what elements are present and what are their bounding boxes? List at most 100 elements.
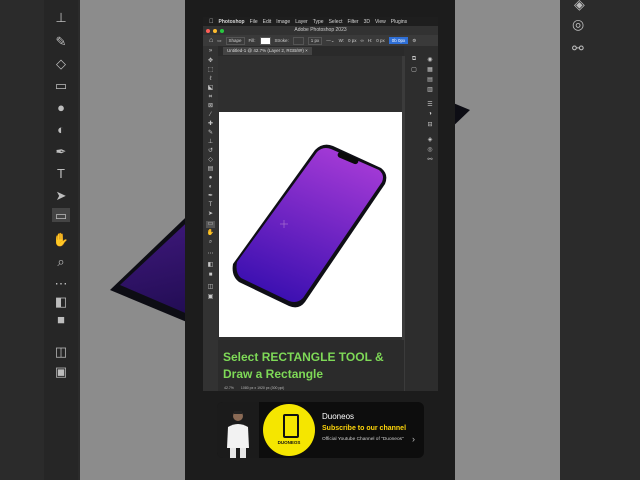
gradient-icon[interactable]: ▤ xyxy=(206,166,215,173)
screenmode-icon[interactable]: ▣ xyxy=(206,294,215,301)
color-panel-icon[interactable]: ◉ xyxy=(426,56,434,63)
more-icon[interactable]: ⋯ xyxy=(206,251,215,258)
healing-icon[interactable]: ✚ xyxy=(206,121,215,128)
rectangle-icon[interactable]: ▭ xyxy=(206,221,215,228)
window-controls xyxy=(206,29,224,33)
window-title: Adobe Photoshop 2023 xyxy=(203,26,438,35)
menu-view[interactable]: View xyxy=(375,19,386,25)
menu-file[interactable]: File xyxy=(250,19,258,25)
menu-select[interactable]: Select xyxy=(329,19,343,25)
pen-icon[interactable]: ✒ xyxy=(206,193,215,200)
h-label: H: xyxy=(367,38,373,43)
blur-icon[interactable]: ● xyxy=(206,175,215,182)
menu-app[interactable]: Photoshop xyxy=(219,19,245,25)
fill-label: Fill: xyxy=(248,38,256,43)
phone-logo-icon xyxy=(283,414,299,438)
adjustments-panel-icon[interactable]: ◑ xyxy=(426,111,434,117)
subscribe-link[interactable]: Subscribe to our channel xyxy=(322,425,406,432)
stroke-style-select[interactable]: —⌄ xyxy=(326,38,334,44)
channel-description: Official Youtube Channel of "Duoneos" xyxy=(322,437,404,442)
history-panel-icon[interactable]: ⧉ xyxy=(410,56,418,63)
menu-plugins[interactable]: Plugins xyxy=(391,19,407,25)
menu-layer[interactable]: Layer xyxy=(295,19,308,25)
channel-logo[interactable]: DUONEOS xyxy=(263,404,315,456)
close-window-button[interactable] xyxy=(206,29,210,33)
stroke-width-input[interactable]: 1 px xyxy=(307,36,323,45)
shape-tool-icon[interactable]: ▭ xyxy=(217,38,221,44)
channel-name[interactable]: Duoneos xyxy=(322,412,354,421)
chevron-right-icon[interactable]: › xyxy=(412,434,415,444)
tools-panel: » ✥ ⬚ ℓ ⬕ ⌗ ⊠ ⁄ ✚ ✎ ⊥ ↺ ◇ ▤ ● ◐ ✒ T ➤ ▭ … xyxy=(203,46,218,391)
libraries-panel-icon[interactable]: ⊟ xyxy=(426,121,434,128)
fill-swatch[interactable] xyxy=(259,36,271,45)
stroke-swatch[interactable] xyxy=(292,36,304,45)
history-brush-icon[interactable]: ↺ xyxy=(206,148,215,155)
background-toolbar: ⊥ ✎ ◇ ▭ ● ◐ ✒ T ➤ ▭ ✋ ⌕ ⋯ ◧ ■ ◫ ▣ xyxy=(44,0,78,480)
eraser-icon[interactable]: ◇ xyxy=(206,157,215,164)
layers-panel-icon[interactable]: ◈ xyxy=(426,136,434,143)
presenter-avatar xyxy=(217,402,259,458)
status-bar: 42.7% 1080 px x 1920 px (300 ppi) xyxy=(218,385,404,391)
document-tabs: Untitled-1 @ 42.7% (Layer 2, RGB/8#) × xyxy=(218,46,404,56)
collapse-icon[interactable]: » xyxy=(206,48,215,55)
path-select-icon[interactable]: ➤ xyxy=(206,211,215,218)
eyedropper-icon[interactable]: ⁄ xyxy=(206,112,215,119)
stroke-label: Stroke: xyxy=(274,38,289,43)
gear-icon[interactable]: ⚙ xyxy=(412,38,416,44)
crop-icon[interactable]: ⌗ xyxy=(206,94,215,101)
menu-3d[interactable]: 3D xyxy=(364,19,370,25)
h-input[interactable]: 0 px xyxy=(376,38,385,43)
move-icon[interactable]: ✥ xyxy=(206,58,215,65)
hand-icon[interactable]: ✋ xyxy=(206,230,215,237)
eraser-icon: ◇ xyxy=(56,56,66,71)
paths-panel-icon[interactable]: ⚯ xyxy=(426,156,434,163)
hand-icon: ✋ xyxy=(52,232,70,247)
color-swatch-icon[interactable]: ■ xyxy=(206,272,215,279)
close-tab-icon[interactable]: × xyxy=(305,48,308,53)
right-panels: ⧉ ◉ ▢ ▦ ▤ ▥ ☰ ◑ ⊟ ◈ ◎ ⚯ xyxy=(404,46,438,391)
menu-filter[interactable]: Filter xyxy=(347,19,358,25)
object-select-icon[interactable]: ⬕ xyxy=(206,85,215,92)
menu-image[interactable]: Image xyxy=(276,19,290,25)
comments-panel-icon[interactable]: ▢ xyxy=(410,66,418,73)
frame-icon[interactable]: ⊠ xyxy=(206,103,215,110)
options-bar: ⌂ ▭ Shape Fill: Stroke: 1 px —⌄ W: 0 px … xyxy=(203,35,438,46)
dodge-icon[interactable]: ◐ xyxy=(206,184,215,191)
marquee-icon[interactable]: ⬚ xyxy=(206,67,215,74)
screenmode-icon: ▣ xyxy=(54,364,68,379)
w-input[interactable]: 0 px xyxy=(348,38,357,43)
apple-icon[interactable]:  xyxy=(209,19,214,25)
brush-icon[interactable]: ✎ xyxy=(206,130,215,137)
swatches-panel-icon[interactable]: ▦ xyxy=(426,66,434,73)
radius-input[interactable]: 0b 0px xyxy=(388,37,409,44)
menu-edit[interactable]: Edit xyxy=(263,19,272,25)
gradients-panel-icon[interactable]: ▤ xyxy=(426,76,434,83)
properties-panel-icon[interactable]: ☰ xyxy=(426,101,434,108)
home-icon[interactable]: ⌂ xyxy=(209,37,213,44)
colors-icon[interactable]: ◧ xyxy=(206,262,215,269)
maximize-window-button[interactable] xyxy=(220,29,224,33)
stamp-icon: ⊥ xyxy=(55,10,67,25)
history-brush-icon: ✎ xyxy=(55,34,67,49)
stamp-icon[interactable]: ⊥ xyxy=(206,139,215,146)
type-icon[interactable]: T xyxy=(206,202,215,209)
document-info: 1080 px x 1920 px (300 ppi) xyxy=(240,386,285,390)
lasso-icon[interactable]: ℓ xyxy=(206,76,215,83)
minimize-window-button[interactable] xyxy=(213,29,217,33)
fx-icon: ⚯ xyxy=(572,40,584,56)
quickmask-icon: ◫ xyxy=(54,344,68,359)
document-tab[interactable]: Untitled-1 @ 42.7% (Layer 2, RGB/8#) × xyxy=(223,47,312,55)
patterns-panel-icon[interactable]: ▥ xyxy=(426,86,434,93)
menu-type[interactable]: Type xyxy=(313,19,324,25)
w-label: W: xyxy=(338,38,344,43)
channels-panel-icon[interactable]: ◎ xyxy=(426,146,434,153)
link-icon[interactable]: ∞ xyxy=(361,38,364,43)
document-canvas[interactable] xyxy=(219,112,402,337)
zoom-icon[interactable]: ⌕ xyxy=(206,239,215,246)
quickmask-icon[interactable]: ◫ xyxy=(206,284,215,291)
blur-icon: ● xyxy=(57,100,65,115)
zoom-level[interactable]: 42.7% xyxy=(224,386,234,390)
logo-text: DUONEOS xyxy=(277,440,301,445)
shape-mode-select[interactable]: Shape xyxy=(225,36,245,45)
tutorial-caption: Select RECTANGLE TOOL & Draw a Rectangle xyxy=(218,340,404,385)
